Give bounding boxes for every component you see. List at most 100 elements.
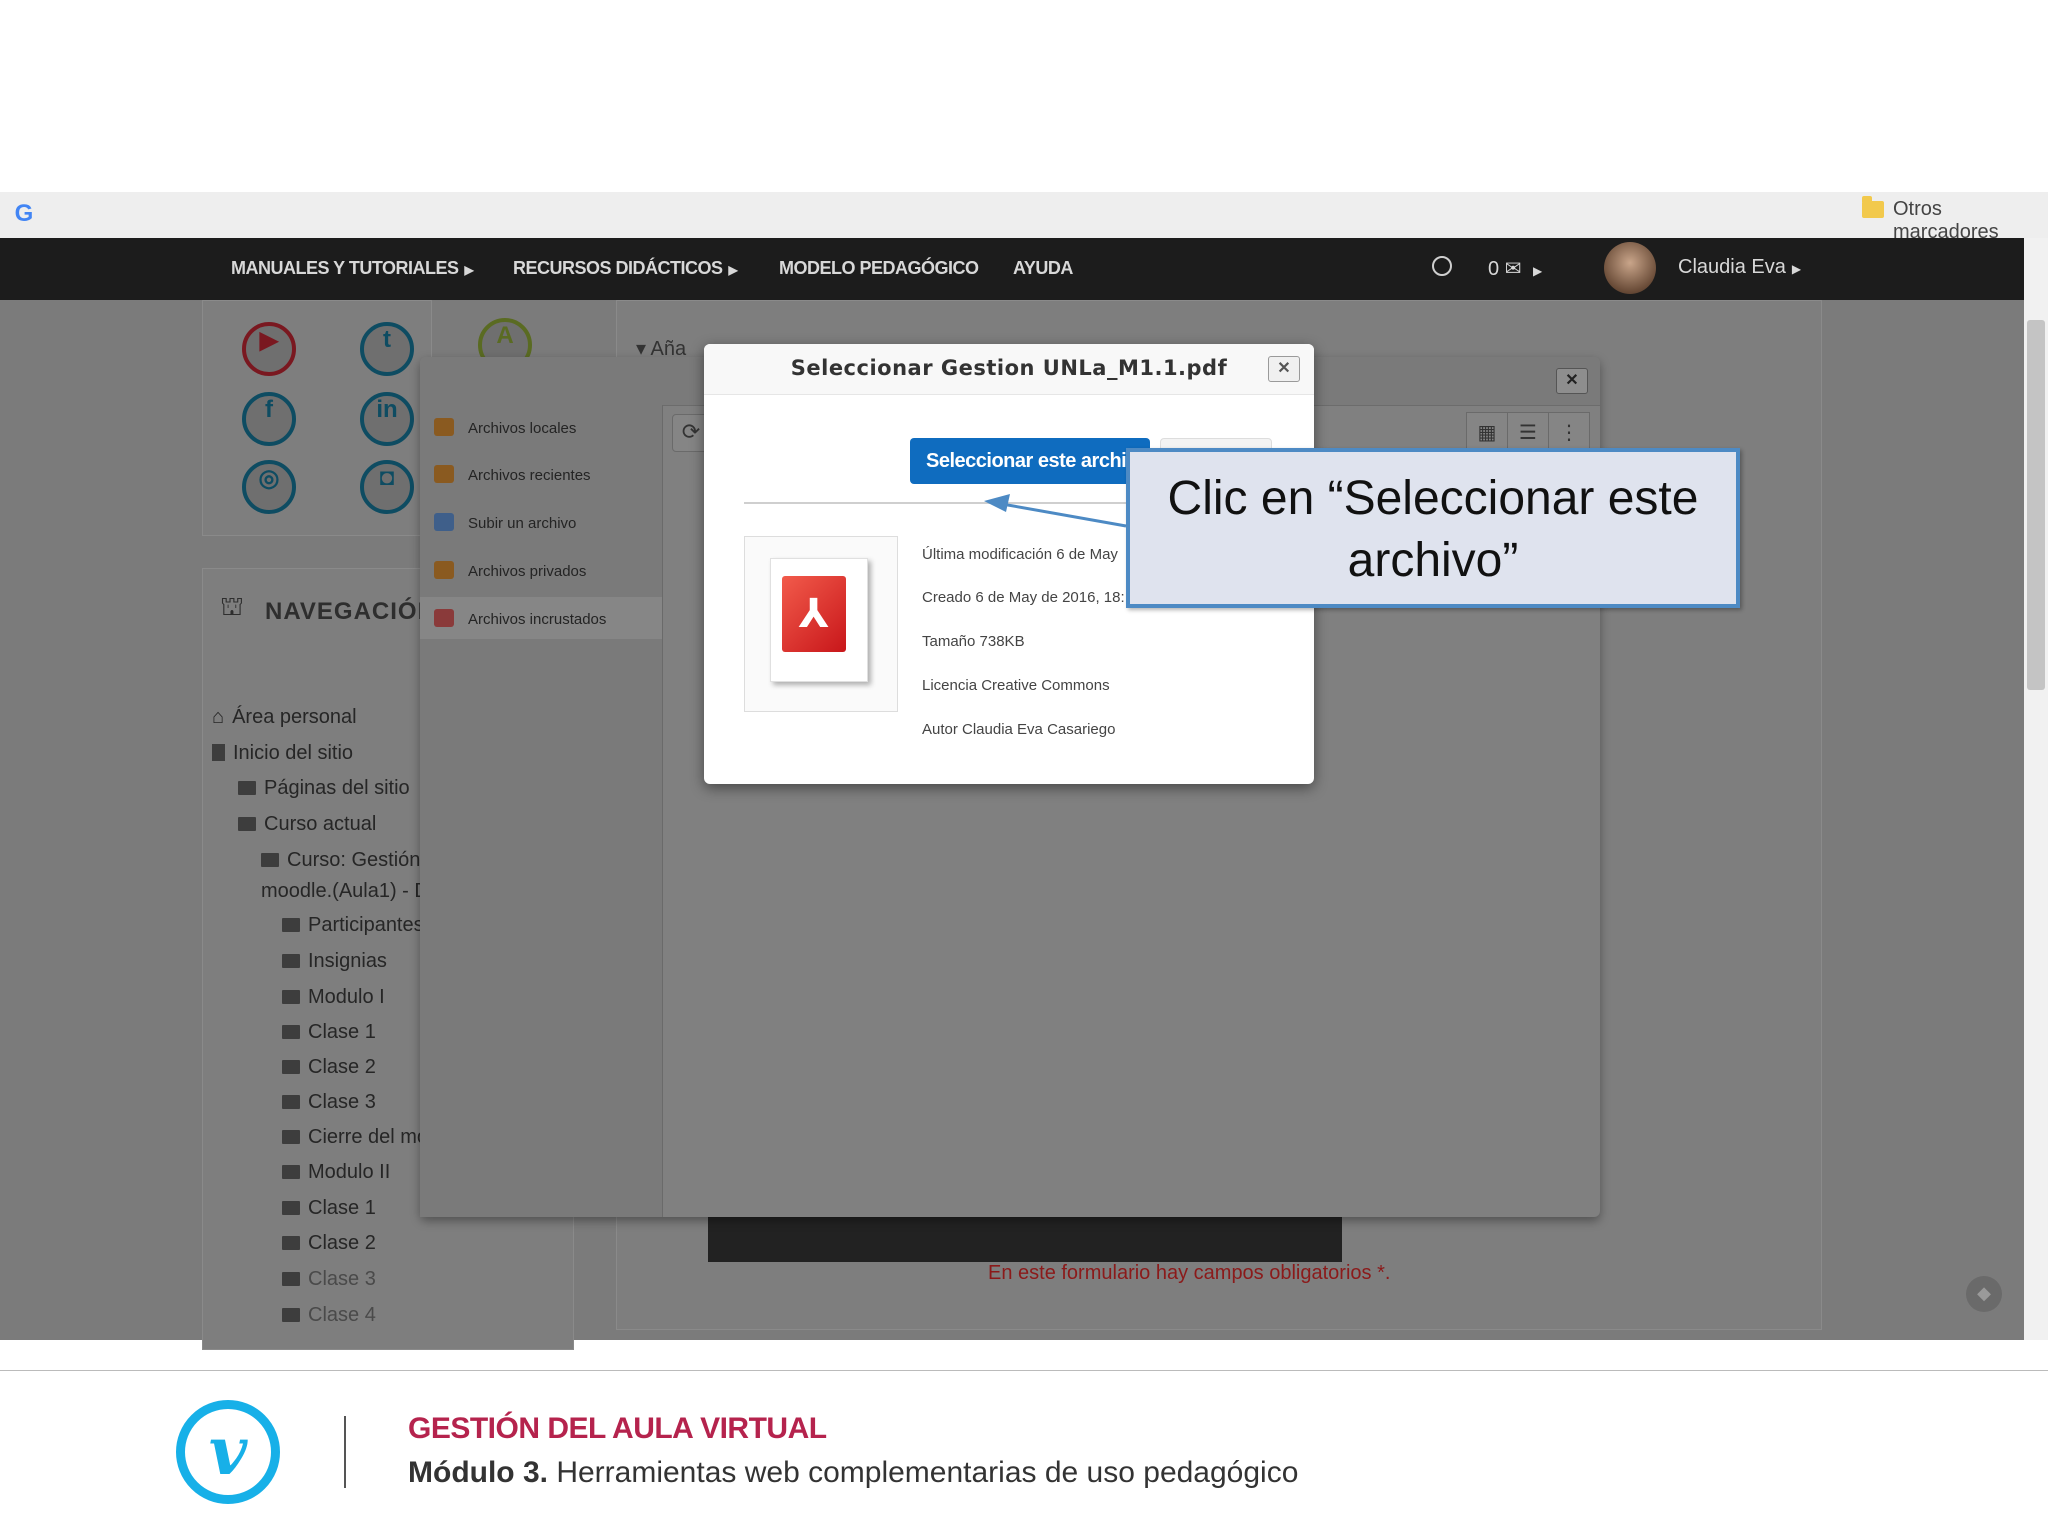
- settings-circle-icon[interactable]: ◎: [242, 460, 296, 514]
- user-name: Claudia Eva: [1678, 256, 1786, 278]
- nav-menu-recursos[interactable]: RECURSOS DIDÁCTICOS ▶: [513, 258, 738, 279]
- nav-item[interactable]: Inicio del sitio: [212, 742, 353, 765]
- nav-item[interactable]: ⌂ Área personal: [212, 706, 357, 729]
- facebook-icon[interactable]: f: [242, 392, 296, 446]
- nav-item[interactable]: Páginas del sitio: [238, 777, 410, 800]
- nav-item-label: Inicio del sitio: [233, 742, 354, 764]
- folder-open-icon: [238, 817, 256, 831]
- nav-item[interactable]: Clase 1: [282, 1021, 376, 1044]
- messages-button[interactable]: 0 ✉ ▶: [1488, 256, 1542, 281]
- grid-view-icon[interactable]: ▦: [1466, 412, 1508, 452]
- moodle-icon: [434, 465, 454, 483]
- nav-item[interactable]: Clase 1: [282, 1197, 376, 1220]
- camera-icon[interactable]: ◘: [360, 460, 414, 514]
- folder-icon: [282, 1236, 300, 1250]
- back-to-top-icon[interactable]: ◆: [1966, 1276, 2002, 1312]
- caret-right-icon: ▶: [728, 263, 738, 277]
- notifications-icon[interactable]: [1432, 256, 1452, 276]
- callout-arrow: [984, 494, 1127, 528]
- required-fields-note: En este formulario hay campos obligatori…: [988, 1262, 1391, 1284]
- repo-upload[interactable]: Subir un archivo: [434, 513, 576, 532]
- avatar[interactable]: [1604, 242, 1656, 294]
- nav-item-label: Área personal: [232, 706, 357, 728]
- nav-item-continuation[interactable]: moodle.(Aula1) - D: [261, 880, 429, 903]
- folder-icon: [282, 1060, 300, 1074]
- nav-item[interactable]: Insignias: [282, 950, 387, 973]
- nav-item-label: Curso actual: [264, 813, 377, 835]
- meta-modified: Última modificación 6 de May: [922, 546, 1118, 563]
- nav-item[interactable]: Curso: Gestión: [261, 849, 420, 872]
- scrollbar-thumb[interactable]: [2027, 320, 2045, 690]
- repo-embedded-files[interactable]: Archivos incrustados: [434, 609, 606, 628]
- nav-item-label: Cierre del mó: [308, 1126, 429, 1148]
- nav-menu-label: AYUDA: [1013, 258, 1073, 278]
- nav-item-label: Participantes: [308, 914, 424, 936]
- folder-icon: [282, 1201, 300, 1215]
- caret-right-icon: ▶: [464, 263, 474, 277]
- dialog-title: Seleccionar Gestion UNLa_M1.1.pdf: [790, 356, 1228, 380]
- repo-label: Subir un archivo: [468, 515, 577, 532]
- nav-item-label: Modulo II: [308, 1161, 391, 1183]
- home-icon: ⌂: [212, 706, 225, 728]
- nav-menu-label: MANUALES Y TUTORIALES: [231, 258, 459, 278]
- dark-bar: [708, 1210, 1342, 1262]
- moodle-icon: [434, 561, 454, 579]
- nav-item-label: Clase 2: [308, 1056, 376, 1078]
- close-icon[interactable]: ✕: [1556, 368, 1588, 394]
- nav-menu-label: RECURSOS DIDÁCTICOS: [513, 258, 723, 278]
- caret-right-icon: ▶: [1533, 264, 1543, 278]
- meta-created: Creado 6 de May de 2016, 18:: [922, 589, 1125, 606]
- nav-item[interactable]: Clase 2: [282, 1056, 376, 1079]
- repo-label: Archivos incrustados: [468, 611, 607, 628]
- nav-item[interactable]: Modulo II: [282, 1161, 390, 1184]
- youtube-icon[interactable]: ▶: [242, 322, 296, 376]
- nav-item[interactable]: Clase 3: [282, 1268, 376, 1291]
- close-icon[interactable]: ✕: [1268, 356, 1300, 382]
- folder-icon: [282, 1272, 300, 1286]
- moodle-icon: [434, 418, 454, 436]
- pdf-icon: ⅄: [782, 576, 846, 652]
- repo-private-files[interactable]: Archivos privados: [434, 561, 586, 580]
- linkedin-icon[interactable]: in: [360, 392, 414, 446]
- footer-divider: [0, 1370, 2048, 1371]
- repo-label: Archivos recientes: [468, 467, 591, 484]
- module-text: Herramientas web complementarias de uso …: [547, 1456, 1299, 1489]
- meta-size: Tamaño 738KB: [922, 633, 1025, 650]
- tree-view-icon[interactable]: ⋮: [1548, 412, 1590, 452]
- select-file-button[interactable]: Seleccionar este archivo: [910, 438, 1150, 484]
- sitemap-icon: ⛫: [220, 592, 244, 622]
- twitter-icon[interactable]: t: [360, 322, 414, 376]
- repo-recent-files[interactable]: Archivos recientes: [434, 465, 591, 484]
- folder-open-icon: [261, 853, 279, 867]
- folder-icon: [282, 1165, 300, 1179]
- folder-icon: [282, 1095, 300, 1109]
- nav-item[interactable]: Clase 4: [282, 1304, 376, 1327]
- nav-item[interactable]: Participantes: [282, 914, 424, 937]
- folder-icon: [282, 1025, 300, 1039]
- brand-logo: v: [176, 1400, 280, 1504]
- course-title: GESTIÓN DEL AULA VIRTUAL: [408, 1412, 827, 1445]
- nav-item-label: Clase 4: [308, 1304, 376, 1326]
- nav-menu-manuales[interactable]: MANUALES Y TUTORIALES ▶: [231, 258, 474, 279]
- envelope-icon: ✉: [1504, 258, 1522, 280]
- callout-text: Clic en “Seleccionar este archivo”: [1167, 472, 1699, 587]
- repo-local-files[interactable]: Archivos locales: [434, 418, 576, 437]
- nav-menu-modelo[interactable]: MODELO PEDAGÓGICO: [779, 258, 979, 279]
- navigation-title: NAVEGACIÓN: [265, 598, 436, 625]
- nav-item-label: Clase 1: [308, 1197, 376, 1219]
- user-menu[interactable]: Claudia Eva ▶: [1678, 256, 1801, 279]
- folder-icon: [282, 990, 300, 1004]
- nav-item[interactable]: Clase 3: [282, 1091, 376, 1114]
- module-label: Módulo 3.: [408, 1456, 548, 1489]
- nav-menu-ayuda[interactable]: AYUDA: [1013, 258, 1073, 279]
- nav-item[interactable]: Curso actual: [238, 813, 376, 836]
- nav-item-label: Modulo I: [308, 986, 385, 1008]
- nav-item[interactable]: Clase 2: [282, 1232, 376, 1255]
- nav-item[interactable]: Modulo I: [282, 986, 385, 1009]
- bookmarks-bar: [0, 192, 2048, 239]
- google-icon[interactable]: G: [10, 200, 38, 228]
- nav-item-label: Páginas del sitio: [264, 777, 410, 799]
- nav-item-label: Curso: Gestión: [287, 849, 421, 871]
- list-view-icon[interactable]: ☰: [1507, 412, 1549, 452]
- module-subtitle: Módulo 3. Herramientas web complementari…: [408, 1456, 1298, 1490]
